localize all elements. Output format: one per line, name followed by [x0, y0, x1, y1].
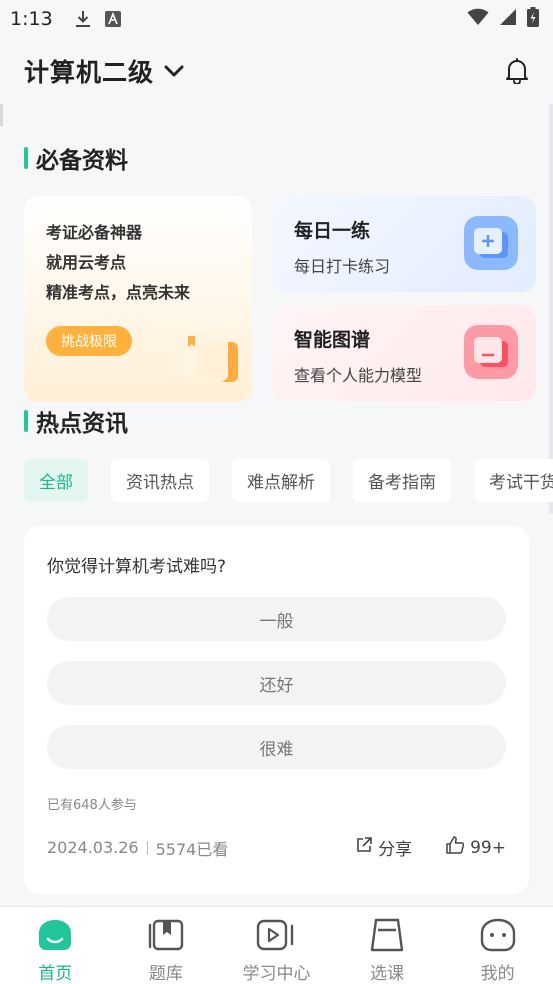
nav-home-label: 首页: [38, 964, 73, 984]
like-button[interactable]: 99+: [446, 836, 506, 859]
poll-actions: 分享 99+: [356, 835, 506, 860]
nav-study-center[interactable]: 学习中心: [221, 907, 332, 984]
section-materials-label: 必备资料: [36, 148, 128, 174]
download-icon: [75, 10, 91, 28]
poll-option-average[interactable]: 一般: [47, 597, 506, 641]
bookmark-book-icon: [148, 915, 184, 955]
poll-option-hard[interactable]: 很难: [47, 725, 506, 769]
minus-card-icon: [464, 325, 518, 383]
nav-courses[interactable]: 选课: [332, 907, 443, 984]
thumbs-up-icon: [446, 836, 465, 859]
poll-date: 2024.03.26: [47, 838, 139, 857]
section-news-label: 热点资讯: [36, 411, 128, 437]
tab-hot-news[interactable]: 资讯热点: [111, 459, 209, 502]
bell-icon[interactable]: [505, 58, 529, 84]
poll-question: 你觉得计算机考试难吗?: [47, 557, 227, 577]
status-bar: 1:13: [0, 0, 553, 38]
app-notification-icon: [104, 11, 121, 27]
section-materials-title: 必备资料: [24, 141, 128, 175]
nav-study-center-label: 学习中心: [242, 964, 311, 984]
home-icon: [38, 915, 72, 955]
exam-selector[interactable]: 计算机二级: [24, 53, 154, 89]
share-button[interactable]: 分享: [356, 835, 412, 860]
tab-all[interactable]: 全部: [24, 459, 88, 502]
battery-icon: [527, 7, 539, 31]
nav-courses-label: 选课: [370, 964, 405, 984]
promo-line-2: 就用云考点: [46, 253, 127, 272]
poll-footer: 2024.03.26 5574已看 分享 99+: [47, 835, 506, 860]
bottom-nav: 首页 题库 学习中心 选课 我的: [0, 906, 553, 984]
like-count: 99+: [470, 837, 506, 858]
section-accent-bar: [24, 147, 28, 169]
profile-face-icon: [480, 915, 516, 955]
tab-exam-guide[interactable]: 备考指南: [353, 459, 451, 502]
top-header: 计算机二级: [0, 38, 553, 104]
poll-option-okay[interactable]: 还好: [47, 661, 506, 705]
promo-card[interactable]: 考证必备神器 就用云考点 精准考点，点亮未来 挑战极限: [24, 196, 252, 402]
nav-home[interactable]: 首页: [0, 907, 111, 984]
status-time: 1:13: [10, 8, 53, 30]
signal-icon: [499, 8, 517, 30]
challenge-button[interactable]: 挑战极限: [46, 326, 132, 356]
knowledge-graph-card[interactable]: 智能图谱 查看个人能力模型: [272, 305, 536, 401]
promo-line-3: 精准考点，点亮未来: [46, 283, 191, 302]
plus-card-icon: [464, 216, 518, 274]
section-news-title: 热点资讯: [24, 404, 128, 438]
wifi-icon: [467, 8, 489, 30]
promo-line-1: 考证必备神器: [46, 223, 143, 242]
nav-profile[interactable]: 我的: [442, 907, 553, 984]
tab-difficulty-analysis[interactable]: 难点解析: [232, 459, 330, 502]
chevron-down-icon[interactable]: [164, 64, 184, 78]
news-tabs: 全部 资讯热点 难点解析 备考指南 考试干货: [24, 459, 553, 503]
divider: [146, 840, 148, 855]
poll-views: 5574已看: [155, 839, 229, 859]
scrollbar[interactable]: [549, 104, 553, 514]
nav-question-bank[interactable]: 题库: [111, 907, 222, 984]
book-illustration-icon: [180, 332, 240, 388]
shopping-bag-icon: [370, 915, 404, 955]
poll-card: 你觉得计算机考试难吗? 一般 还好 很难 已有648人参与 2024.03.26…: [24, 526, 529, 894]
section-accent-bar: [24, 410, 28, 432]
share-label: 分享: [378, 840, 413, 860]
poll-participants: 已有648人参与: [47, 798, 137, 813]
video-play-icon: [256, 915, 296, 955]
nav-question-bank-label: 题库: [148, 964, 183, 984]
nav-profile-label: 我的: [480, 964, 515, 984]
daily-practice-card[interactable]: 每日一练 每日打卡练习: [272, 196, 536, 292]
share-icon: [356, 837, 372, 858]
tab-exam-tips[interactable]: 考试干货: [474, 459, 553, 502]
